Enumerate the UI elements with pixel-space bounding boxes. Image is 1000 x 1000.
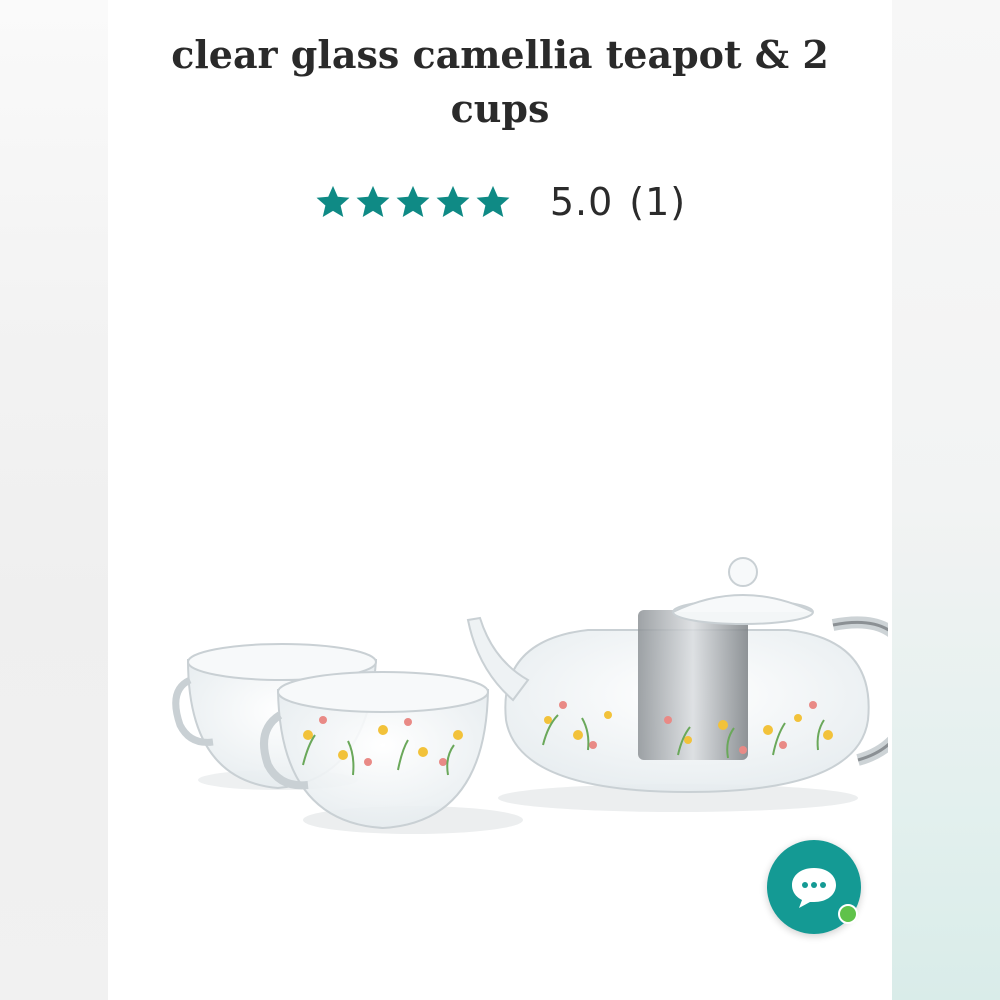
star-rating xyxy=(314,183,512,221)
star-icon xyxy=(436,185,470,218)
chat-bubble-icon xyxy=(792,868,836,908)
cup-front xyxy=(260,671,490,830)
rating-value: 5.0 xyxy=(549,180,614,224)
star-icon xyxy=(476,185,510,218)
product-card: clear glass camellia teapot & 2 cups 5.0… xyxy=(108,0,892,1000)
background-left xyxy=(0,0,108,1000)
online-status-indicator xyxy=(838,904,858,924)
star-icon xyxy=(316,185,350,218)
star-icon xyxy=(396,185,430,218)
teapot xyxy=(466,557,888,794)
product-rating[interactable]: 5.0 (1) xyxy=(108,176,892,228)
background-right xyxy=(892,0,1000,1000)
star-icon xyxy=(356,185,390,218)
review-count: (1) xyxy=(629,180,687,224)
product-title: clear glass camellia teapot & 2 cups xyxy=(171,32,829,131)
teapot-and-cups-image[interactable] xyxy=(168,530,888,870)
